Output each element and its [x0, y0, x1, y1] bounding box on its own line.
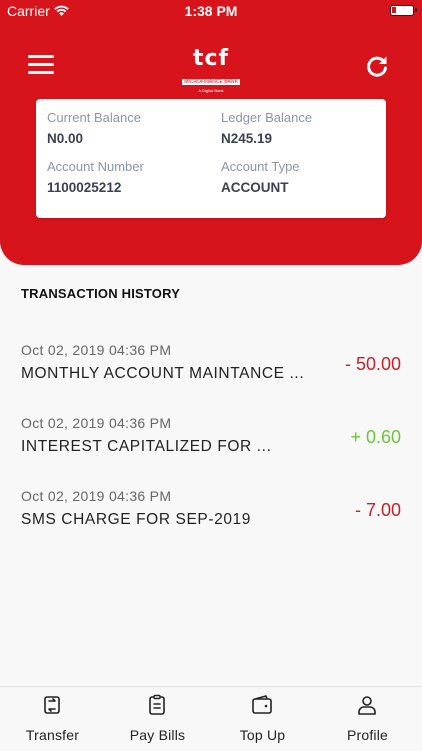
- current-balance-field: Current Balance N0.00: [47, 110, 141, 146]
- battery-icon: [390, 5, 417, 16]
- status-time: 1:38 PM: [184, 3, 238, 19]
- logo-mark: tcf: [192, 46, 230, 71]
- wallet-icon: [252, 695, 272, 714]
- account-type-label: Account Type: [221, 159, 300, 174]
- status-bar: Carrier 1:38 PM: [0, 0, 422, 22]
- account-type-field: Account Type ACCOUNT: [221, 159, 300, 195]
- transaction-row[interactable]: Oct 02, 2019 04:36 PM SMS CHARGE FOR SEP…: [0, 488, 422, 548]
- transaction-amount: + 0.60: [350, 427, 401, 447]
- bottom-tab-bar: Transfer Pay Bills Top Up Profile: [0, 686, 422, 750]
- transaction-description: SMS CHARGE FOR SEP-2019: [21, 511, 251, 528]
- tab-pay-bills-label: Pay Bills: [129, 727, 186, 743]
- logo-tagline: A Digital Bank: [198, 88, 224, 93]
- tab-transfer-label: Transfer: [25, 727, 80, 743]
- tab-pay-bills[interactable]: Pay Bills: [105, 687, 210, 751]
- logo-subtitle: MICROFINANCE BANK: [182, 79, 240, 85]
- transaction-date: Oct 02, 2019 04:36 PM: [21, 488, 172, 504]
- user-icon: [358, 696, 376, 715]
- account-number-field: Account Number 1100025212: [47, 159, 144, 195]
- ledger-balance-field: Ledger Balance N245.19: [221, 110, 312, 146]
- tab-top-up[interactable]: Top Up: [210, 687, 315, 751]
- transfer-icon: [44, 696, 60, 714]
- tab-profile-label: Profile: [346, 727, 389, 743]
- transaction-row[interactable]: Oct 02, 2019 04:36 PM INTEREST CAPITALIZ…: [0, 415, 422, 475]
- current-balance-label: Current Balance: [47, 110, 141, 125]
- header-banner: Carrier 1:38 PM tcf MICROFINANCE BANK A …: [0, 0, 422, 265]
- transaction-amount: - 50.00: [344, 354, 401, 374]
- menu-button[interactable]: [28, 55, 54, 77]
- refresh-button[interactable]: [364, 53, 390, 79]
- balance-card: Current Balance N0.00 Ledger Balance N24…: [36, 99, 386, 218]
- refresh-icon: [367, 56, 387, 77]
- tab-profile[interactable]: Profile: [315, 687, 420, 751]
- transaction-date: Oct 02, 2019 04:36 PM: [21, 342, 172, 358]
- transaction-description: INTEREST CAPITALIZED FOR ...: [21, 438, 272, 455]
- transaction-history-title: TRANSACTION HISTORY: [21, 286, 181, 301]
- bank-logo: tcf MICROFINANCE BANK A Digital Bank: [178, 46, 244, 93]
- transaction-amount: - 7.00: [354, 500, 401, 520]
- clipboard-icon: [149, 694, 165, 715]
- ledger-balance-value: N245.19: [221, 131, 273, 146]
- tab-transfer[interactable]: Transfer: [0, 687, 105, 751]
- transaction-row[interactable]: Oct 02, 2019 04:36 PM MONTHLY ACCOUNT MA…: [0, 342, 422, 402]
- account-number-label: Account Number: [47, 159, 144, 174]
- ledger-balance-label: Ledger Balance: [221, 110, 313, 125]
- tab-top-up-label: Top Up: [239, 727, 286, 743]
- account-number-value: 1100025212: [47, 180, 122, 195]
- hamburger-menu-icon: [28, 55, 54, 58]
- account-type-value: ACCOUNT: [221, 180, 289, 195]
- transaction-description: MONTHLY ACCOUNT MAINTANCE ...: [21, 365, 305, 382]
- current-balance-value: N0.00: [47, 131, 84, 146]
- transaction-date: Oct 02, 2019 04:36 PM: [21, 415, 172, 431]
